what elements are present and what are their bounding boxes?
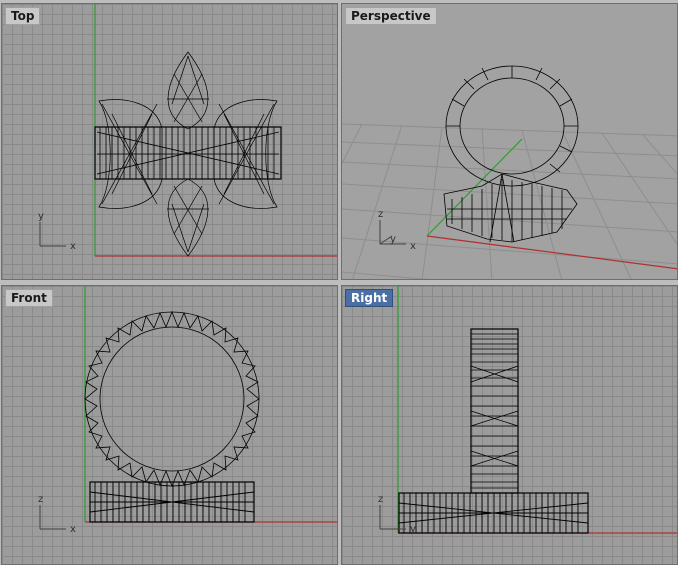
- petal-bottom: [167, 178, 209, 257]
- perspective-grid: [342, 123, 677, 279]
- viewport-right[interactable]: y z Right: [341, 285, 678, 565]
- viewport-title-front[interactable]: Front: [5, 289, 53, 307]
- front-view-scene: x z: [38, 286, 337, 535]
- axis-widget-right: [379, 505, 406, 530]
- axis-label-x: x: [410, 241, 416, 252]
- flower-base-perspective: [443, 173, 578, 243]
- viewport-perspective[interactable]: x y z Perspective: [341, 3, 678, 280]
- top-view-scene: [39, 4, 337, 257]
- axis-label-y: y: [410, 524, 416, 535]
- axis-label-z: z: [378, 494, 383, 505]
- petal-top: [167, 51, 209, 130]
- viewport-front[interactable]: x z Front: [1, 285, 338, 565]
- viewport-title-top[interactable]: Top: [5, 7, 41, 25]
- ring-front: [84, 310, 260, 488]
- perspective-view-scene: x y z: [342, 65, 677, 279]
- viewport-title-perspective[interactable]: Perspective: [345, 7, 437, 25]
- axis-widget-top: [39, 222, 66, 247]
- axis-label-y: y: [390, 234, 396, 245]
- viewport-title-right[interactable]: Right: [345, 289, 394, 307]
- right-view-scene: y z: [378, 286, 677, 535]
- axis-label-z: z: [378, 209, 383, 220]
- axis-label-z: z: [38, 494, 43, 505]
- viewport-top[interactable]: x y Top: [1, 3, 338, 280]
- axis-label-x: x: [70, 524, 76, 535]
- axis-widget-front: [39, 505, 66, 530]
